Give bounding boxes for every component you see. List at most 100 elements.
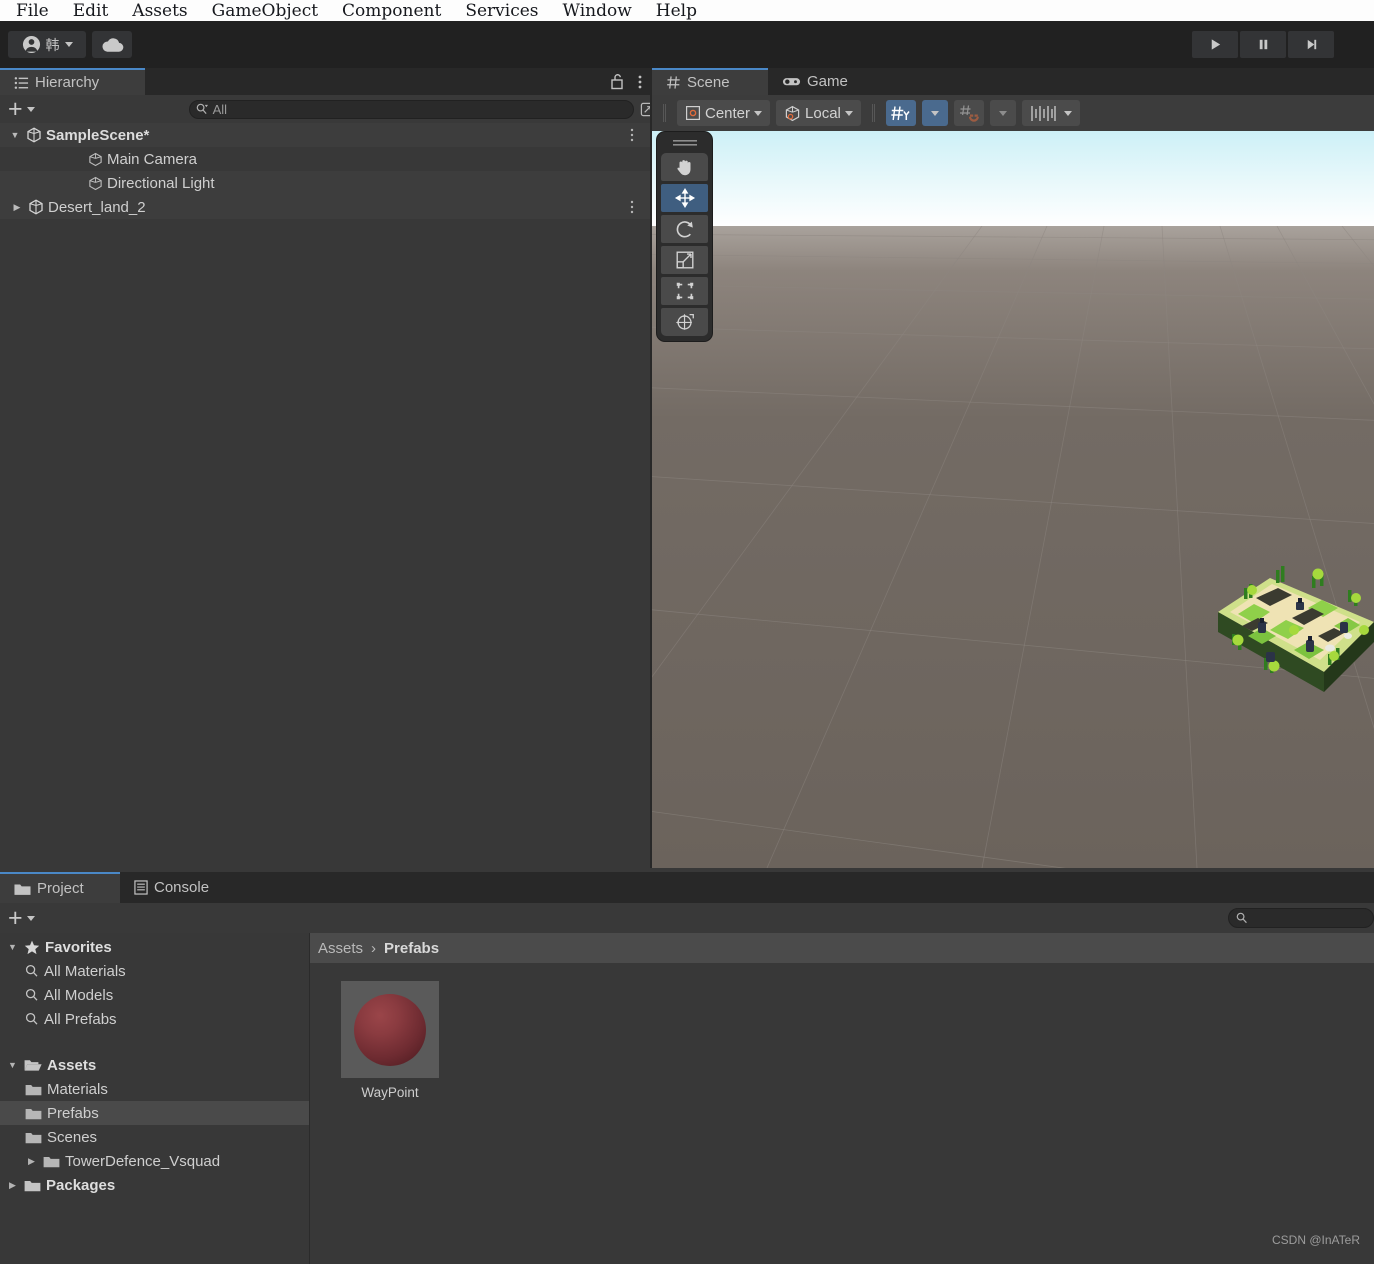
hierarchy-panel: Hierarchy + All ▼ SampleScene* Main Came…	[0, 68, 655, 868]
project-row-all-materials[interactable]: All Materials	[0, 959, 309, 983]
menu-item-file[interactable]: File	[8, 1, 65, 21]
rotate-tool-button[interactable]	[661, 215, 708, 243]
menu-item-window[interactable]: Window	[555, 1, 648, 21]
hierarchy-row-directional-light[interactable]: Directional Light	[0, 171, 650, 195]
drag-handle-icon[interactable]	[672, 139, 697, 148]
tab-project-label: Project	[37, 880, 84, 897]
project-search-input[interactable]	[1228, 908, 1374, 928]
grid-axis-y-icon	[891, 105, 910, 120]
main-toolbar: 韩	[0, 21, 1374, 68]
step-button[interactable]	[1288, 31, 1334, 58]
breadcrumb-root[interactable]: Assets	[318, 940, 363, 957]
asset-thumbnail	[341, 981, 439, 1078]
hierarchy-row-desert-land-2[interactable]: ▶ Desert_land_2	[0, 195, 650, 219]
create-gameobject-button[interactable]: +	[8, 97, 35, 122]
move-arrows-icon	[674, 187, 695, 209]
project-row-all-prefabs[interactable]: All Prefabs	[0, 1007, 309, 1031]
kebab-menu-icon[interactable]	[638, 74, 642, 90]
transform-tool-button[interactable]	[661, 308, 708, 336]
twisty-down-icon[interactable]: ▼	[6, 1060, 19, 1070]
row-menu-icon[interactable]	[630, 195, 634, 219]
plus-icon: +	[8, 904, 23, 932]
handle-space-label: Local	[805, 104, 841, 122]
folder-icon	[24, 1180, 41, 1191]
snap-increment-ruler-icon	[1031, 105, 1056, 121]
project-row-packages[interactable]: ▶ Packages	[0, 1173, 309, 1197]
twisty-right-icon[interactable]: ▶	[6, 1180, 19, 1191]
project-create-button[interactable]: +	[8, 904, 35, 932]
project-row-materials[interactable]: Materials	[0, 1077, 309, 1101]
folder-icon	[25, 1132, 42, 1143]
scene-toolbar: Center Local	[652, 95, 1374, 131]
menu-item-help[interactable]: Help	[648, 1, 713, 21]
grid-snap-toggle[interactable]	[953, 100, 984, 126]
project-row-favorites[interactable]: ▼ Favorites	[0, 935, 309, 959]
chevron-down-icon	[754, 110, 763, 116]
local-space-cube-icon	[785, 105, 800, 121]
account-button[interactable]: 韩	[8, 31, 86, 58]
tab-project[interactable]: Project	[0, 872, 120, 903]
folder-icon	[14, 883, 31, 895]
hierarchy-row-main-camera[interactable]: Main Camera	[0, 147, 650, 171]
toolbar-divider	[663, 104, 666, 122]
grid-axis-dropdown[interactable]	[921, 100, 948, 126]
account-name: 韩	[45, 36, 60, 53]
project-row-all-models[interactable]: All Models	[0, 983, 309, 1007]
project-row-label: Materials	[47, 1080, 108, 1098]
hierarchy-item-label: SampleScene*	[46, 126, 150, 144]
user-circle-icon	[22, 35, 40, 54]
project-row-prefabs[interactable]: Prefabs	[0, 1101, 309, 1125]
hierarchy-search-input[interactable]: All	[188, 99, 655, 119]
rect-tool-button[interactable]	[661, 277, 708, 305]
hierarchy-row-samplescene[interactable]: ▼ SampleScene*	[0, 123, 650, 147]
project-row-label: Packages	[46, 1176, 116, 1194]
project-row-label: All Models	[44, 986, 114, 1004]
asset-item-waypoint[interactable]: WayPoint	[340, 981, 440, 1100]
snap-increment-button[interactable]	[1021, 100, 1080, 126]
tab-scene[interactable]: Scene	[652, 68, 768, 95]
tab-game[interactable]: Game	[768, 68, 876, 95]
scene-object-desert-land-2[interactable]	[1208, 526, 1374, 706]
twisty-right-icon[interactable]: ▶	[10, 202, 24, 213]
hierarchy-item-label: Directional Light	[107, 174, 215, 192]
grid-snap-dropdown[interactable]	[989, 100, 1016, 126]
scale-tool-button[interactable]	[661, 246, 708, 274]
twisty-down-icon[interactable]: ▼	[6, 942, 19, 952]
rotate-icon	[676, 221, 693, 238]
project-toolbar: +	[0, 903, 1374, 933]
menu-item-gameobject[interactable]: GameObject	[204, 1, 334, 21]
project-tree: ▼ Favorites All Materials All Models All…	[0, 933, 310, 1264]
breadcrumb-separator-icon: ›	[371, 939, 377, 957]
cloud-services-button[interactable]	[92, 31, 132, 58]
project-row-label: Scenes	[47, 1128, 98, 1146]
breadcrumb-current: Prefabs	[384, 939, 440, 957]
tab-hierarchy[interactable]: Hierarchy	[0, 68, 145, 95]
grid-axis-toggle[interactable]	[885, 100, 916, 126]
play-icon	[1211, 39, 1220, 50]
hierarchy-item-label: Main Camera	[107, 150, 198, 168]
project-row-scenes[interactable]: Scenes	[0, 1125, 309, 1149]
play-button[interactable]	[1192, 31, 1238, 58]
menu-item-services[interactable]: Services	[457, 1, 554, 21]
chevron-down-icon	[930, 110, 939, 116]
star-icon	[24, 940, 40, 954]
tab-console[interactable]: Console	[120, 872, 240, 903]
menu-item-assets[interactable]: Assets	[124, 1, 203, 21]
project-row-towerdefence-vsquad[interactable]: ▶ TowerDefence_Vsquad	[0, 1149, 309, 1173]
scene-viewport[interactable]	[652, 131, 1374, 868]
row-menu-icon[interactable]	[630, 123, 634, 147]
hand-tool-button[interactable]	[661, 153, 708, 181]
handle-space-dropdown[interactable]: Local	[776, 100, 861, 126]
move-tool-button[interactable]	[661, 184, 708, 212]
lock-open-icon[interactable]	[610, 73, 625, 90]
asset-grid: WayPoint	[310, 963, 1374, 1100]
menu-item-edit[interactable]: Edit	[65, 1, 125, 21]
twisty-right-icon[interactable]: ▶	[25, 1156, 38, 1167]
menu-item-component[interactable]: Component	[334, 1, 457, 21]
search-icon	[25, 964, 38, 977]
project-row-assets[interactable]: ▼ Assets	[0, 1053, 309, 1077]
twisty-down-icon[interactable]: ▼	[8, 130, 22, 140]
hierarchy-search-placeholder: All	[212, 101, 228, 117]
pause-button[interactable]	[1240, 31, 1286, 58]
pivot-mode-dropdown[interactable]: Center	[677, 100, 771, 126]
